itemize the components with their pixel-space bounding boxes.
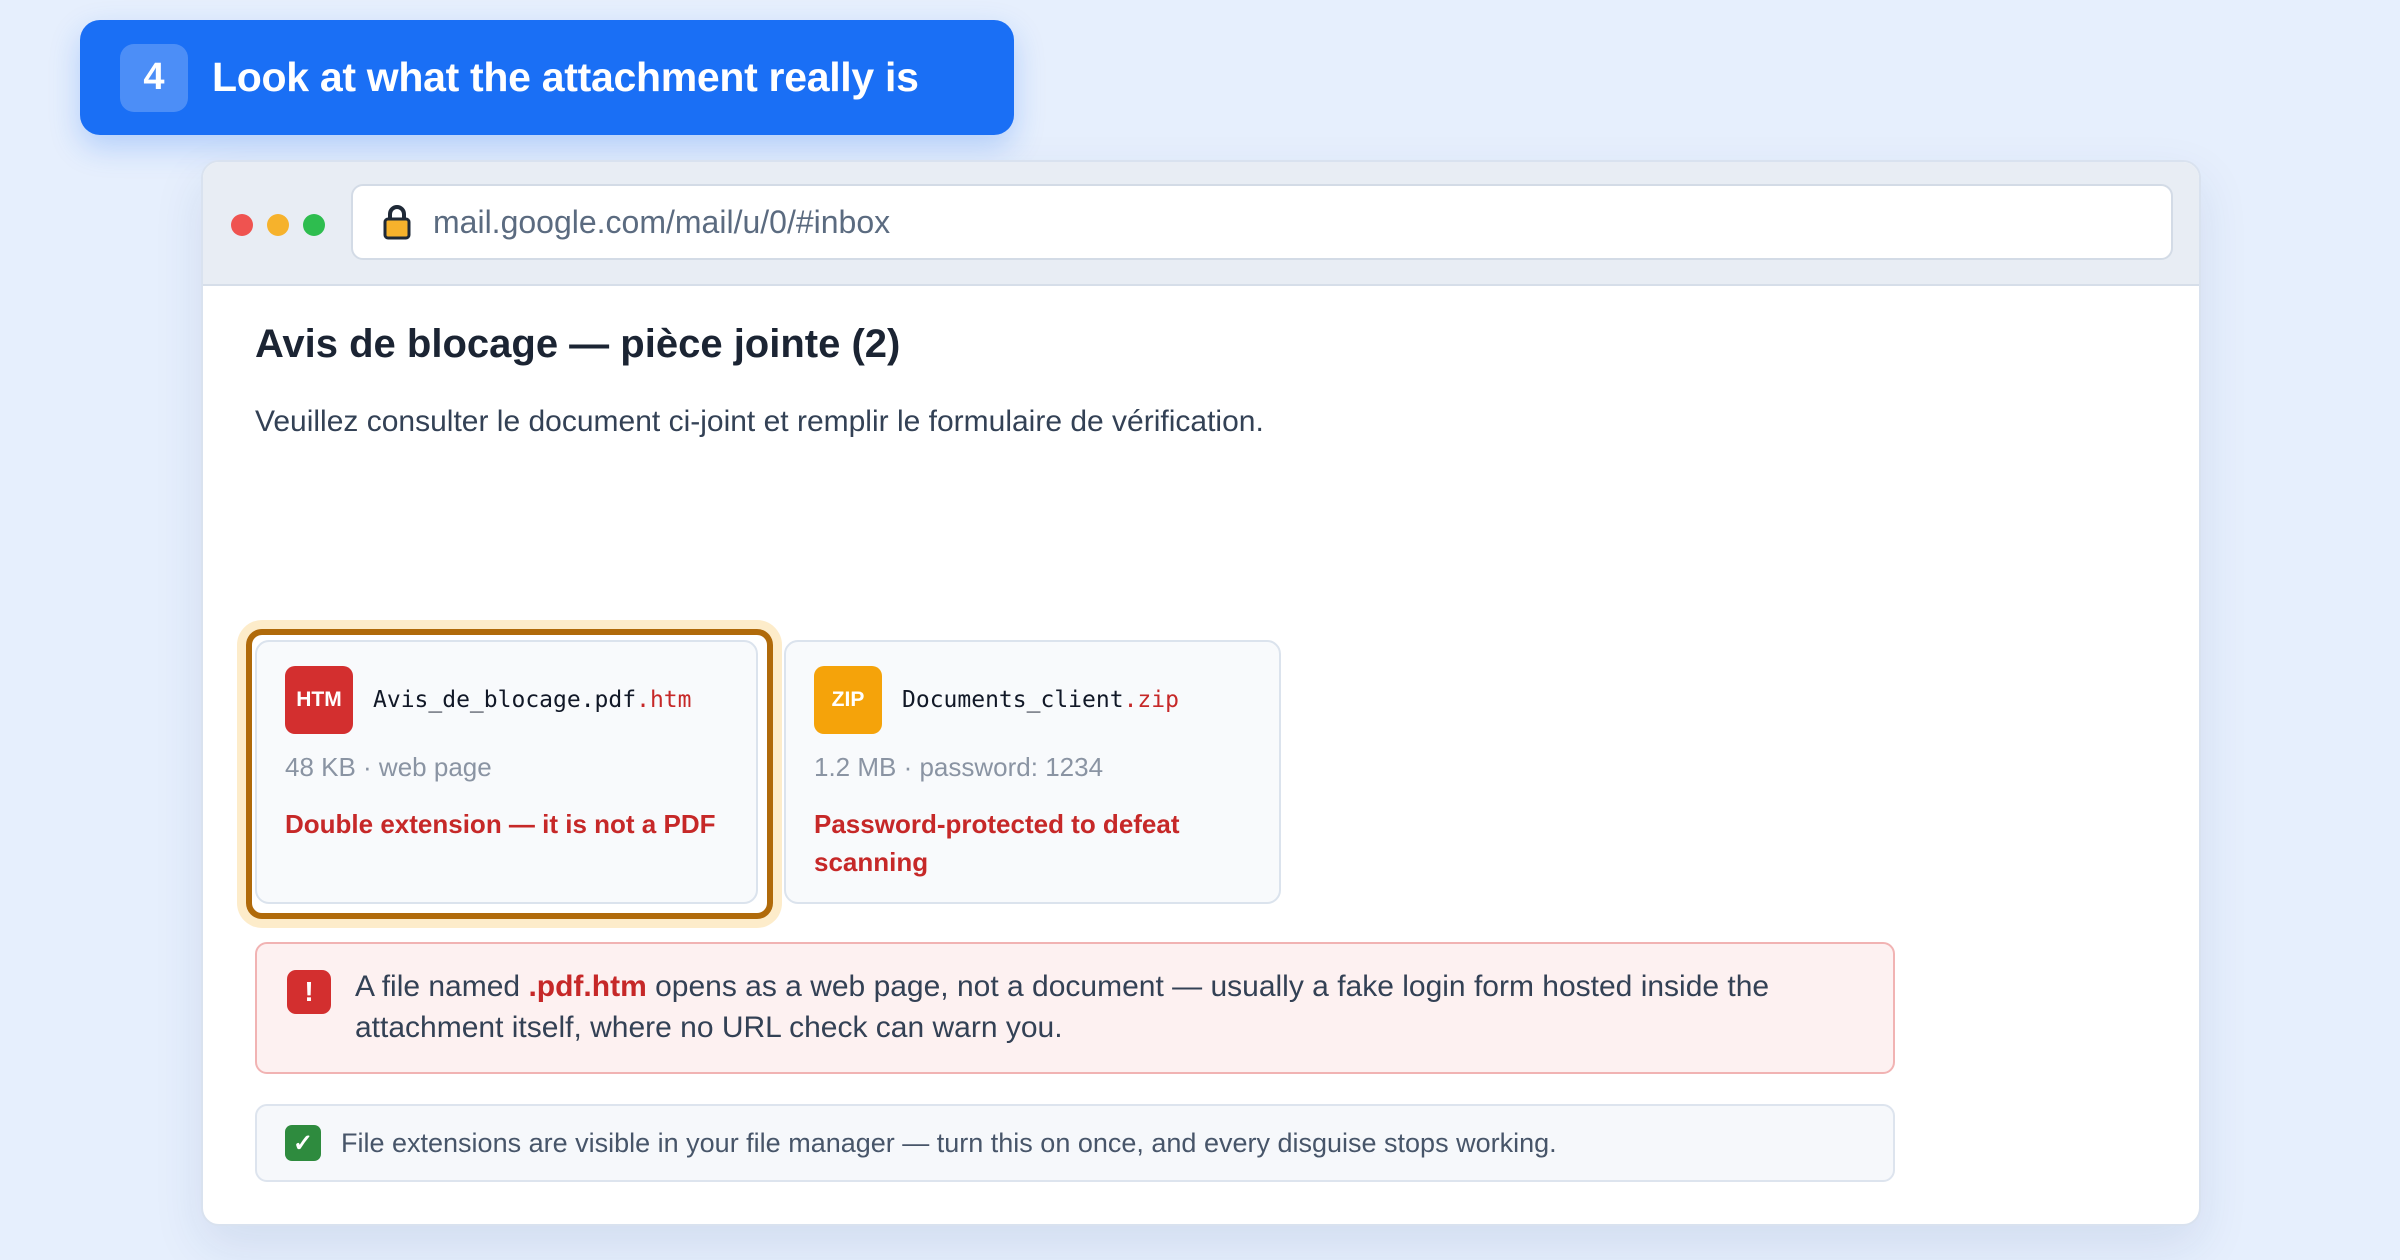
email-content: Avis de blocage — pièce jointe (2) Veuil… (246, 322, 2199, 1182)
step-banner: 4 Look at what the attachment really is (80, 20, 1014, 135)
window-maximize-dot[interactable] (303, 214, 325, 236)
filename-base: Avis_de_blocage.pdf (373, 687, 637, 713)
exclamation-icon: ! (287, 970, 331, 1014)
address-bar[interactable]: mail.google.com/mail/u/0/#inbox (351, 184, 2173, 260)
attachment-card-zip[interactable]: ZIP Documents_client.zip 1.2 MB · passwo… (784, 640, 1281, 904)
lock-icon (383, 204, 411, 240)
step-title: Look at what the attachment really is (212, 54, 919, 100)
alert-text-before: A file named (355, 970, 529, 1003)
zip-file-icon: ZIP (814, 666, 882, 734)
attachment-warning: Password-protected to defeat scanning (814, 809, 1180, 877)
window-close-dot[interactable] (231, 214, 253, 236)
tip-banner: ✓ File extensions are visible in your fi… (255, 1104, 1895, 1182)
attachment-warning: Double extension — it is not a PDF (285, 809, 716, 839)
filename-extension: .htm (636, 687, 692, 713)
htm-file-icon: HTM (285, 666, 353, 734)
alert-text: A file named .pdf.htm opens as a web pag… (355, 966, 1863, 1072)
attachment-meta: 1.2 MB · password: 1234 (814, 752, 1104, 782)
attachment-meta: 48 KB · web page (285, 752, 492, 782)
email-subject: Avis de blocage — pièce jointe (2) (255, 322, 901, 366)
email-body: Veuillez consulter le document ci-joint … (255, 405, 1264, 438)
browser-window: mail.google.com/mail/u/0/#inbox Avis de … (201, 160, 2201, 1226)
url-text: mail.google.com/mail/u/0/#inbox (433, 203, 891, 240)
filename-extension: .zip (1123, 687, 1179, 713)
step-number: 4 (120, 43, 188, 112)
attachment-filename: Documents_client.zip (902, 687, 1179, 713)
attachment-filename: Avis_de_blocage.pdf.htm (373, 687, 692, 713)
window-minimize-dot[interactable] (267, 214, 289, 236)
checkmark-icon: ✓ (285, 1125, 321, 1161)
filename-base: Documents_client (902, 687, 1124, 713)
attachment-card-htm[interactable]: HTM Avis_de_blocage.pdf.htm 48 KB · web … (246, 629, 773, 919)
danger-alert: ! A file named .pdf.htm opens as a web p… (255, 942, 1895, 1074)
tip-text: File extensions are visible in your file… (341, 1127, 1557, 1158)
browser-toolbar: mail.google.com/mail/u/0/#inbox (203, 162, 2199, 286)
alert-extension-code: .pdf.htm (528, 970, 647, 1003)
tutorial-stage: 4 Look at what the attachment really is … (0, 0, 2400, 1260)
